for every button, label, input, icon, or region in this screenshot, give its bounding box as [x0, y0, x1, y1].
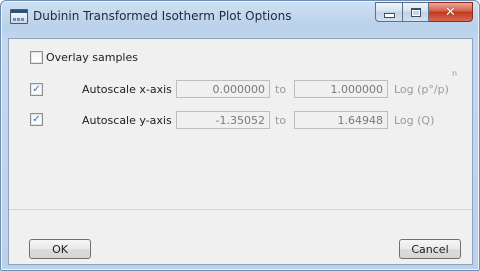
overlay-samples-label: Overlay samples [46, 51, 138, 64]
checkmark-icon: ✓ [32, 113, 41, 125]
options-panel: Overlay samples ✓ Autoscale x-axis 0.000… [9, 39, 472, 210]
caption-buttons: ✕ [375, 2, 473, 22]
close-icon: ✕ [445, 4, 456, 20]
autoscale-y-label: Autoscale y-axis [82, 114, 172, 127]
ok-button[interactable]: OK [29, 239, 91, 259]
button-bar: OK Cancel [9, 217, 472, 264]
checkmark-icon: ✓ [32, 83, 41, 95]
maximize-icon [410, 7, 421, 17]
autoscale-x-checkbox[interactable]: ✓ [30, 83, 43, 96]
minimize-icon [383, 12, 395, 18]
overlay-samples-checkbox[interactable] [30, 51, 43, 64]
dialog-client-area: Overlay samples ✓ Autoscale x-axis 0.000… [8, 38, 473, 265]
y-axis-min-field[interactable]: -1.35052 [176, 111, 270, 129]
autoscale-y-checkbox[interactable]: ✓ [30, 113, 43, 126]
maximize-button[interactable] [403, 2, 429, 22]
y-axis-to-label: to [275, 114, 287, 127]
y-axis-max-field[interactable]: 1.64948 [294, 111, 388, 129]
x-axis-to-label: to [275, 83, 287, 96]
window-title: Dubinin Transformed Isotherm Plot Option… [33, 9, 292, 23]
chart-window-icon [10, 9, 28, 24]
x-axis-unit-label: Log (p°/p) [394, 83, 449, 96]
close-button[interactable]: ✕ [429, 2, 473, 22]
minimize-button[interactable] [375, 2, 403, 22]
x-axis-unit-superscript: n [452, 69, 458, 78]
title-bar[interactable]: Dubinin Transformed Isotherm Plot Option… [1, 1, 479, 31]
x-axis-min-field[interactable]: 0.000000 [176, 80, 270, 98]
autoscale-x-label: Autoscale x-axis [82, 83, 172, 96]
y-axis-unit-label: Log (Q) [394, 114, 435, 127]
dialog-window: Dubinin Transformed Isotherm Plot Option… [0, 0, 480, 271]
cancel-button[interactable]: Cancel [399, 239, 461, 259]
x-axis-max-field[interactable]: 1.000000 [294, 80, 388, 98]
